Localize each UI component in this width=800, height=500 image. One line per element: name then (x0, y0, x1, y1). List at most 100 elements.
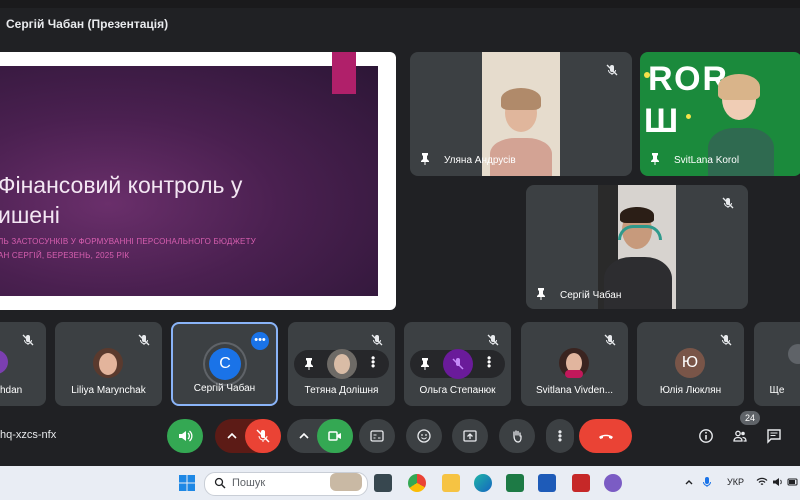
mic-options-button[interactable] (217, 419, 247, 453)
avatar: Ю (675, 348, 705, 378)
mic-toggle-button[interactable] (245, 419, 281, 453)
headphones (618, 225, 662, 240)
decor-dot (644, 72, 650, 78)
acrobat-icon[interactable] (572, 474, 590, 492)
pin-icon[interactable] (420, 358, 430, 370)
slide-title: Фінансовий контроль у ишені (0, 172, 243, 228)
microphone-icon[interactable] (702, 476, 712, 488)
meeting-code: hq-xzcs-nfx (0, 429, 57, 441)
captions-icon (370, 430, 384, 442)
word-icon[interactable] (538, 474, 556, 492)
participant-name: Svitlana Vivden... (535, 385, 614, 396)
captions-button[interactable] (359, 419, 395, 453)
pin-icon[interactable] (536, 288, 546, 300)
mic-off-icon (256, 429, 270, 443)
participant-name: Сергій Чабан (193, 383, 256, 394)
tile-name: SvitLana Korol (674, 155, 740, 166)
more-vert-icon[interactable]: • • • (487, 352, 491, 372)
participant-tile-1[interactable]: Liliya Marynchak (55, 322, 162, 406)
mic-off-icon (22, 334, 34, 346)
reactions-button[interactable] (406, 419, 442, 453)
viber-icon[interactable] (604, 474, 622, 492)
participant-body (604, 257, 672, 309)
participant-tile-2-active[interactable]: С ••• Сергій Чабан (171, 322, 278, 406)
task-view-icon[interactable] (374, 474, 392, 492)
file-explorer-icon[interactable] (442, 474, 460, 492)
video-tile-serhii[interactable]: Сергій Чабан (526, 185, 748, 309)
battery-icon[interactable] (787, 476, 799, 488)
present-screen-button[interactable] (452, 419, 488, 453)
avatar-clothing (565, 370, 583, 378)
mic-off-icon (487, 334, 499, 346)
mic-off-icon (604, 334, 616, 346)
participant-name: Ще (769, 385, 785, 396)
mic-off-icon (720, 334, 732, 346)
more-vert-icon[interactable]: • • • (371, 352, 375, 372)
chevron-up-icon (299, 432, 309, 439)
participant-count-badge: 24 (740, 411, 760, 425)
video-tile-ulyana[interactable]: Уляна Андрусів (410, 52, 632, 176)
pin-icon[interactable] (420, 153, 430, 165)
more-options-button[interactable]: • • • (546, 419, 574, 453)
slide-subtitle: ЛЬ ЗАСТОСУНКІВ У ФОРМУВАННІ ПЕРСОНАЛЬНОГ… (0, 237, 256, 260)
info-icon (699, 429, 713, 443)
participant-name: Ольга Степанюк (419, 385, 496, 396)
excel-icon[interactable] (506, 474, 524, 492)
leave-call-button[interactable] (579, 419, 632, 453)
mic-off-icon (371, 334, 383, 346)
presentation-slide: Фінансовий контроль у ишені ЛЬ ЗАСТОСУНК… (0, 52, 396, 310)
search-highlight-image (330, 473, 362, 491)
participant-name: hdan (0, 385, 23, 396)
taskbar (0, 466, 800, 500)
keyboard-language[interactable]: УКР (727, 477, 744, 487)
mic-off-icon (138, 334, 150, 346)
speaker-button[interactable] (167, 419, 203, 453)
search-placeholder: Пошук (232, 477, 266, 489)
search-icon (214, 477, 226, 489)
participant-tile-6[interactable]: Ю Юлія Люклян (637, 322, 744, 406)
wifi-icon[interactable] (756, 476, 768, 488)
slide-decor-tab (332, 52, 356, 94)
participant-tile-more[interactable]: Ще (754, 322, 800, 406)
avatar: С (209, 348, 241, 380)
more-options-icon[interactable]: ••• (251, 332, 269, 350)
avatar (788, 344, 800, 364)
chat-button[interactable] (756, 419, 792, 453)
participant-tile-3[interactable]: • • • Тетяна Долішня (288, 322, 395, 406)
participant-name: Юлія Люклян (659, 385, 722, 396)
pin-icon[interactable] (304, 358, 314, 370)
meeting-details-button[interactable] (688, 419, 724, 453)
mic-off-icon (606, 64, 618, 76)
participant-hair (620, 207, 654, 223)
avatar (0, 350, 8, 374)
camera-icon (328, 431, 341, 441)
participant-tile-4[interactable]: • • • Ольга Степанюк (404, 322, 511, 406)
video-tile-svitlana[interactable]: ЯОЯ Ш SvitLana Korol (640, 52, 800, 176)
volume-icon (179, 430, 193, 442)
people-icon (733, 430, 747, 442)
pin-icon[interactable] (650, 153, 660, 165)
participant-tile-5[interactable]: Svitlana Vivden... (521, 322, 628, 406)
chrome-icon[interactable] (408, 474, 426, 492)
windows-start-icon[interactable] (178, 474, 196, 492)
participant-tile-0[interactable]: hdan (0, 322, 46, 406)
end-call-icon (598, 434, 613, 439)
emoji-icon (417, 429, 431, 443)
background-lettering: ЯОЯ (646, 60, 727, 98)
volume-icon[interactable] (772, 476, 784, 488)
tile-name: Сергій Чабан (560, 290, 622, 301)
raise-hand-button[interactable] (499, 419, 535, 453)
chevron-up-icon[interactable] (684, 477, 694, 487)
mic-off-icon (452, 358, 464, 370)
hand-icon (513, 430, 522, 443)
background-lettering-2: Ш (644, 102, 679, 140)
camera-options-button[interactable] (289, 419, 319, 453)
edge-icon[interactable] (474, 474, 492, 492)
participant-name: Liliya Marynchak (71, 385, 146, 396)
window-title: Сергій Чабан (Презентація) (6, 17, 169, 31)
participant-body (708, 128, 774, 176)
window-frame (0, 0, 800, 8)
avatar-face (334, 354, 350, 374)
camera-toggle-button[interactable] (317, 419, 353, 453)
decor-dot (686, 114, 691, 119)
